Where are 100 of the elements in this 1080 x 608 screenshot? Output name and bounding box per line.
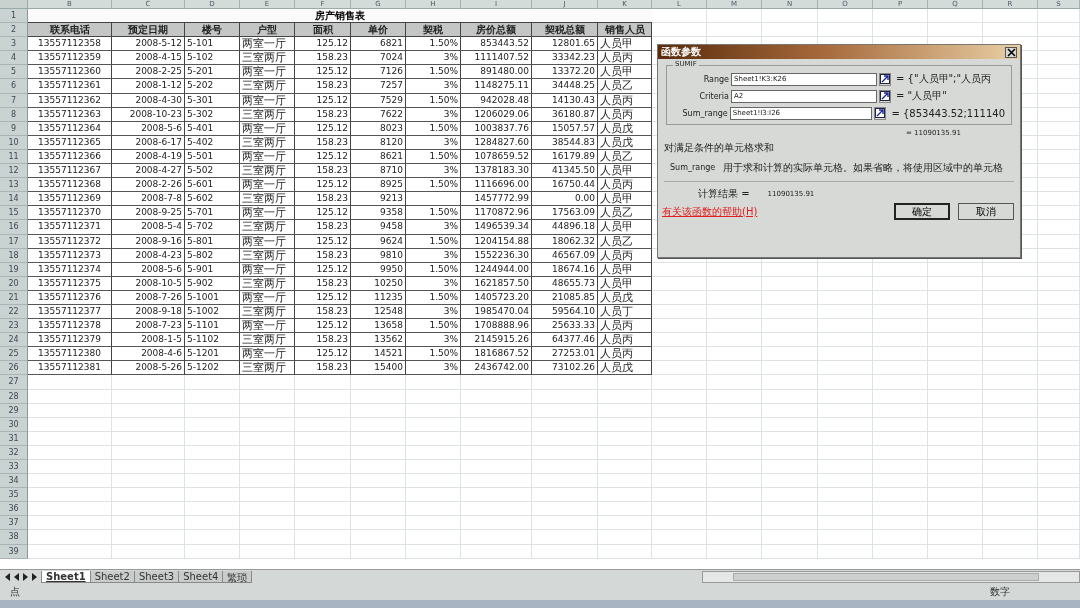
table-cell: 13557112375 bbox=[28, 276, 112, 291]
table-cell: 15057.57 bbox=[532, 121, 598, 136]
table-cell: 三室两厅 bbox=[240, 220, 295, 235]
row-header[interactable]: 5 bbox=[0, 65, 28, 80]
table-cell: 2008-4-19 bbox=[112, 149, 185, 165]
row-header[interactable]: 25 bbox=[0, 347, 28, 362]
close-button[interactable] bbox=[1005, 46, 1017, 58]
table-cell: 人员丙 bbox=[598, 107, 652, 122]
table-cell: 5-502 bbox=[185, 164, 240, 179]
collapse-dialog-button[interactable] bbox=[879, 89, 891, 103]
table-cell: 11235 bbox=[351, 290, 406, 305]
table-cell: 1170872.96 bbox=[461, 206, 532, 221]
table-cell: 13557112380 bbox=[28, 347, 112, 362]
table-cell: 人员丙 bbox=[598, 93, 652, 108]
table-cell: 125.12 bbox=[295, 319, 351, 334]
table-cell: 2436742.00 bbox=[461, 361, 532, 376]
row-header[interactable]: 16 bbox=[0, 220, 28, 235]
row-header[interactable]: 6 bbox=[0, 79, 28, 94]
collapse-dialog-button[interactable] bbox=[874, 106, 887, 120]
sheet-title: 房产销售表 bbox=[28, 9, 652, 24]
row-header[interactable]: 34 bbox=[0, 474, 28, 489]
table-cell: 两室一厅 bbox=[240, 290, 295, 305]
row-header[interactable]: 36 bbox=[0, 502, 28, 517]
column-heading: 契税总额 bbox=[532, 23, 598, 38]
sheet-tab[interactable]: 繁琐 bbox=[222, 571, 253, 583]
table-cell: 9810 bbox=[351, 248, 406, 263]
row-header[interactable]: 24 bbox=[0, 333, 28, 348]
table-cell: 13557112372 bbox=[28, 234, 112, 249]
table-cell: 1708888.96 bbox=[461, 319, 532, 334]
table-cell: 125.12 bbox=[295, 178, 351, 193]
table-cell: 2008-9-18 bbox=[112, 304, 185, 320]
table-cell: 13557112367 bbox=[28, 164, 112, 179]
row-header[interactable]: 37 bbox=[0, 516, 28, 531]
close-icon bbox=[1006, 47, 1016, 57]
select-all-button[interactable] bbox=[0, 0, 28, 9]
table-cell: 7622 bbox=[351, 107, 406, 122]
table-cell: 158.23 bbox=[295, 107, 351, 122]
table-cell: 人员甲 bbox=[598, 37, 652, 52]
table-cell: 73102.26 bbox=[532, 361, 598, 376]
table-cell: 2008-9-16 bbox=[112, 234, 185, 249]
dialog-button[interactable]: 确定 bbox=[894, 203, 950, 220]
table-cell: 13557112368 bbox=[28, 178, 112, 193]
table-cell: 2008-7-23 bbox=[112, 319, 185, 334]
row-header[interactable]: 27 bbox=[0, 375, 28, 390]
table-cell: 9458 bbox=[351, 220, 406, 235]
table-cell: 13557112358 bbox=[28, 37, 112, 52]
table-cell: 人员丙 bbox=[598, 178, 652, 193]
row-header[interactable]: 38 bbox=[0, 530, 28, 545]
table-cell: 5-201 bbox=[185, 65, 240, 80]
table-cell: 13557112359 bbox=[28, 51, 112, 66]
table-cell: 5-702 bbox=[185, 220, 240, 235]
row-header[interactable]: 23 bbox=[0, 319, 28, 334]
table-cell: 两室一厅 bbox=[240, 234, 295, 249]
row-header[interactable]: 33 bbox=[0, 460, 28, 475]
table-cell: 12548 bbox=[351, 304, 406, 320]
row-header[interactable]: 14 bbox=[0, 192, 28, 207]
table-cell: 6821 bbox=[351, 37, 406, 52]
table-cell: 7257 bbox=[351, 79, 406, 94]
row-header[interactable]: 13 bbox=[0, 178, 28, 193]
row-header[interactable]: 35 bbox=[0, 488, 28, 503]
table-cell: 1405723.20 bbox=[461, 290, 532, 305]
table-cell: 853443.52 bbox=[461, 37, 532, 52]
table-cell: 13557112378 bbox=[28, 319, 112, 334]
row-header[interactable]: 4 bbox=[0, 51, 28, 66]
table-cell: 7126 bbox=[351, 65, 406, 80]
sheet-tab[interactable]: Sheet1 bbox=[41, 571, 91, 583]
table-cell: 13557112360 bbox=[28, 65, 112, 80]
table-cell: 59564.10 bbox=[532, 304, 598, 320]
table-cell: 21085.85 bbox=[532, 290, 598, 305]
dialog-button[interactable]: 取消 bbox=[958, 203, 1014, 220]
table-cell: 两室一厅 bbox=[240, 347, 295, 362]
table-cell: 125.12 bbox=[295, 290, 351, 305]
table-cell: 2008-5-26 bbox=[112, 361, 185, 376]
table-cell: 2008-4-27 bbox=[112, 164, 185, 179]
horizontal-scrollbar[interactable] bbox=[702, 571, 1080, 583]
table-cell: 5-301 bbox=[185, 93, 240, 108]
function-description: 对满足条件的单元格求和 bbox=[664, 141, 775, 155]
sheet-tab[interactable]: Sheet4 bbox=[178, 571, 224, 583]
table-cell: 5-902 bbox=[185, 276, 240, 291]
row-header[interactable]: 3 bbox=[0, 37, 28, 52]
table-cell: 5-1002 bbox=[185, 304, 240, 320]
row-header[interactable]: 1 bbox=[0, 9, 28, 24]
table-cell: 2008-4-23 bbox=[112, 248, 185, 263]
row-header[interactable]: 2 bbox=[0, 23, 28, 38]
table-cell: 三室两厅 bbox=[240, 135, 295, 150]
table-cell: 两室一厅 bbox=[240, 319, 295, 334]
row-header[interactable]: 15 bbox=[0, 206, 28, 221]
column-heading: 单价 bbox=[351, 23, 406, 38]
table-cell: 两室一厅 bbox=[240, 121, 295, 136]
sheet-tab[interactable]: Sheet2 bbox=[89, 571, 135, 583]
table-cell: 人员乙 bbox=[598, 206, 652, 221]
sheet-tab[interactable]: Sheet3 bbox=[133, 571, 180, 583]
table-cell: 8023 bbox=[351, 121, 406, 136]
empty-cell[interactable] bbox=[406, 192, 461, 207]
row-header[interactable]: 26 bbox=[0, 361, 28, 376]
row-header[interactable]: 12 bbox=[0, 164, 28, 179]
table-cell: 5-101 bbox=[185, 37, 240, 52]
collapse-dialog-button[interactable] bbox=[879, 72, 891, 86]
table-cell: 3% bbox=[406, 248, 461, 263]
table-cell: 9213 bbox=[351, 192, 406, 207]
